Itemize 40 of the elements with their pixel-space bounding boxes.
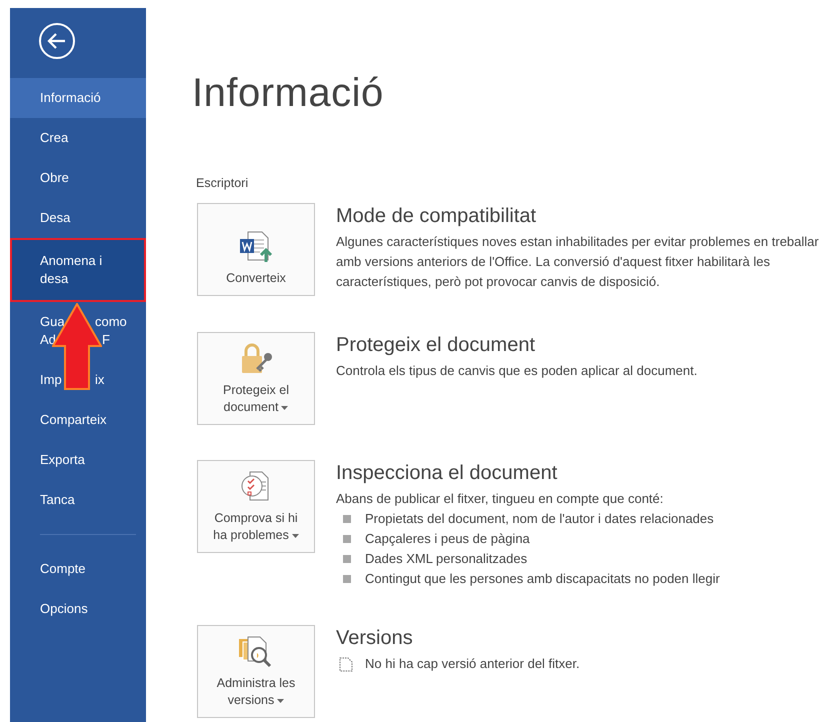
version-note: No hi ha cap versió anterior del fitxer. — [365, 655, 580, 673]
sidebar-item[interactable]: Anomena i desa — [10, 238, 146, 302]
sidebar-item[interactable]: Informació — [10, 78, 146, 118]
caret-icon — [281, 406, 288, 410]
bullet-icon — [343, 515, 351, 523]
section-description: Controla els tipus de canvis que es poden aplicar al document. — [336, 362, 698, 380]
protect-button[interactable]: Protegeix el document — [197, 332, 315, 425]
page-title: Informació — [192, 70, 385, 117]
caret-icon — [292, 534, 299, 538]
sidebar-item[interactable]: Imp ix — [10, 360, 146, 400]
caret-icon — [277, 698, 284, 703]
sidebar-item[interactable]: Tanca — [10, 480, 146, 520]
versions-button[interactable]: Administra les versions — [197, 625, 315, 718]
sidebar-item[interactable]: Gua como Ad F — [10, 302, 146, 360]
location-label: Escriptori — [196, 176, 250, 191]
section-heading: Mode de compatibilitat — [336, 204, 538, 229]
document-icon — [339, 656, 353, 672]
bullet-icon — [343, 575, 351, 583]
section-heading: Protegeix el document — [336, 333, 536, 358]
section-heading: Versions — [336, 626, 414, 651]
back-button[interactable] — [38, 22, 76, 60]
bullet-icon — [343, 535, 351, 543]
section-description: Abans de publicar el fitxer, tingueu en compte que conté: — [336, 490, 664, 508]
list-item: Dades XML personalitzades — [365, 550, 528, 568]
sidebar-item[interactable]: Crea — [10, 118, 146, 158]
sidebar-item[interactable]: Opcions — [10, 589, 146, 629]
sidebar-item[interactable]: Desa — [10, 198, 146, 238]
section-description: Algunes característiques noves estan inhabilitades per evitar problemes en treballar amb versions anteriors de l'Office. La conversió d'aquest fitxer habilitarà les característiques, però pot provocar canvis de disposició. — [336, 233, 820, 291]
convert-button[interactable]: Converteix — [197, 203, 315, 296]
inspect-button[interactable]: Comprova si hi ha problemes — [197, 460, 315, 553]
sidebar-item[interactable]: Exporta — [10, 440, 146, 480]
list-item: Propietats del document, nom de l'autor i dates relacionades — [365, 510, 714, 528]
document-convert-icon — [238, 230, 274, 264]
section-heading: Inspecciona el document — [336, 461, 558, 486]
bullet-icon — [343, 555, 351, 563]
sidebar-item[interactable]: Compte — [10, 549, 146, 589]
list-item: Capçaleres i peus de pàgina — [365, 530, 530, 548]
list-item: Contingut que les persones amb discapacitats no poden llegir — [365, 570, 720, 588]
sidebar-item[interactable]: Comparteix — [10, 400, 146, 440]
sidebar-item[interactable]: Obre — [10, 158, 146, 198]
